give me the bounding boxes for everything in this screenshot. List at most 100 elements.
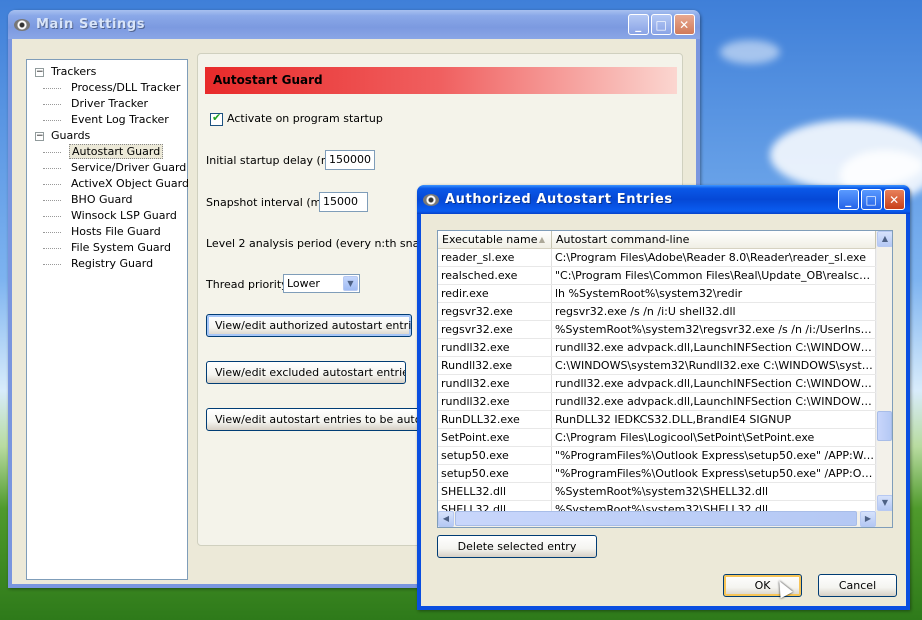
tree-group-label: Trackers bbox=[51, 65, 97, 78]
table-row[interactable]: Rundll32.exe C:\WINDOWS\system32\Rundll32… bbox=[438, 357, 892, 375]
cell-command-line: %SystemRoot%\system32\regsvr32.exe /s /n… bbox=[552, 321, 876, 338]
activate-checkbox[interactable] bbox=[210, 111, 223, 126]
cell-executable-name: RunDLL32.exe bbox=[438, 411, 552, 428]
table-row[interactable]: reader_sl.exe C:\Program Files\Adobe\Read… bbox=[438, 249, 892, 267]
settings-tree[interactable]: − Trackers Process/DLL Tracker Driver Track… bbox=[26, 59, 189, 580]
cell-command-line: rundll32.exe advpack.dll,LaunchINFSectio… bbox=[552, 393, 876, 410]
snapshot-interval-input[interactable]: 15000 bbox=[319, 192, 368, 212]
dialog-maximize-button[interactable]: □ bbox=[861, 189, 882, 210]
tree-branch-line bbox=[43, 152, 61, 153]
thread-priority-select[interactable]: Lower ▼ bbox=[283, 274, 360, 293]
listview-header: Executable name ▲ Autostart command-line bbox=[438, 231, 892, 249]
tree-item-service-driver-guard[interactable]: Service/Driver Guard bbox=[33, 160, 187, 176]
tree-branch-line bbox=[43, 248, 61, 249]
table-row[interactable]: redir.exe lh %SystemRoot%\system32\redir bbox=[438, 285, 892, 303]
horizontal-scroll-thumb[interactable] bbox=[455, 511, 857, 526]
eye-icon bbox=[14, 18, 30, 31]
sort-arrow-icon: ▲ bbox=[538, 235, 545, 244]
listview-body: reader_sl.exe C:\Program Files\Adobe\Read… bbox=[438, 249, 892, 519]
vertical-scrollbar[interactable]: ▲ ▼ bbox=[876, 231, 892, 511]
cell-command-line: "%ProgramFiles%\Outlook Express\setup50.… bbox=[552, 465, 876, 482]
activate-checkbox-row[interactable]: Activate on program startup bbox=[210, 111, 383, 126]
tree-item-winsock-lsp-guard[interactable]: Winsock LSP Guard bbox=[33, 208, 187, 224]
dialog-titlebar[interactable]: Authorized Autostart Entries _ □ ✕ bbox=[417, 185, 910, 214]
chevron-down-icon[interactable]: ▼ bbox=[343, 276, 358, 291]
cancel-button[interactable]: Cancel bbox=[818, 574, 897, 597]
scroll-down-icon[interactable]: ▼ bbox=[877, 495, 892, 511]
tree-group-trackers[interactable]: − Trackers bbox=[33, 64, 187, 80]
cell-executable-name: regsvr32.exe bbox=[438, 303, 552, 320]
snapshot-interval-label: Snapshot interval (ms): bbox=[206, 196, 336, 209]
thread-priority-value: Lower bbox=[287, 277, 320, 290]
horizontal-scrollbar[interactable]: ◀ ▶ bbox=[438, 511, 876, 527]
tree-item-file-system-guard[interactable]: File System Guard bbox=[33, 240, 187, 256]
tree-item-process-dll-tracker[interactable]: Process/DLL Tracker bbox=[33, 80, 187, 96]
cell-command-line: lh %SystemRoot%\system32\redir bbox=[552, 285, 876, 302]
tree-item-bho-guard[interactable]: BHO Guard bbox=[33, 192, 187, 208]
cell-command-line: C:\Program Files\Adobe\Reader 8.0\Reader… bbox=[552, 249, 876, 266]
maximize-button[interactable]: □ bbox=[651, 14, 672, 35]
eye-icon bbox=[423, 193, 439, 206]
panel-header: Autostart Guard bbox=[205, 67, 677, 94]
cell-command-line: C:\WINDOWS\system32\Rundll32.exe C:\WIND… bbox=[552, 357, 876, 374]
table-row[interactable]: realsched.exe "C:\Program Files\Common Fi… bbox=[438, 267, 892, 285]
cell-command-line: C:\Program Files\Logicool\SetPoint\SetPo… bbox=[552, 429, 876, 446]
column-executable-name[interactable]: Executable name ▲ bbox=[438, 231, 552, 248]
table-row[interactable]: RunDLL32.exe RunDLL32 IEDKCS32.DLL,BrandI… bbox=[438, 411, 892, 429]
tree-branch-line bbox=[43, 232, 61, 233]
cell-executable-name: rundll32.exe bbox=[438, 393, 552, 410]
view-excluded-button[interactable]: View/edit excluded autostart entries... bbox=[206, 361, 406, 384]
tree-group-guards[interactable]: − Guards bbox=[33, 128, 187, 144]
entries-listview[interactable]: Executable name ▲ Autostart command-line … bbox=[437, 230, 893, 528]
tree-item-registry-guard[interactable]: Registry Guard bbox=[33, 256, 187, 272]
cell-executable-name: realsched.exe bbox=[438, 267, 552, 284]
view-authorized-button[interactable]: View/edit authorized autostart entries..… bbox=[206, 314, 412, 337]
cell-executable-name: setup50.exe bbox=[438, 465, 552, 482]
table-row[interactable]: regsvr32.exe regsvr32.exe /s /n /i:U shel… bbox=[438, 303, 892, 321]
activate-label: Activate on program startup bbox=[227, 112, 383, 125]
table-row[interactable]: SHELL32.dll %SystemRoot%\system32\SHELL32… bbox=[438, 483, 892, 501]
vertical-scroll-thumb[interactable] bbox=[877, 411, 892, 441]
initial-delay-input[interactable]: 150000 bbox=[325, 150, 375, 170]
scroll-up-icon[interactable]: ▲ bbox=[877, 231, 892, 247]
cell-executable-name: SHELL32.dll bbox=[438, 483, 552, 500]
tree-branch-line bbox=[43, 264, 61, 265]
collapse-icon[interactable]: − bbox=[35, 132, 44, 141]
minimize-button[interactable]: _ bbox=[628, 14, 649, 35]
scroll-right-icon[interactable]: ▶ bbox=[860, 511, 876, 527]
view-autoremove-button[interactable]: View/edit autostart entries to be auto-r… bbox=[206, 408, 421, 431]
tree-item-event-log-tracker[interactable]: Event Log Tracker bbox=[33, 112, 187, 128]
dialog-minimize-button[interactable]: _ bbox=[838, 189, 859, 210]
main-titlebar[interactable]: Main Settings _ □ ✕ bbox=[8, 10, 700, 39]
cell-command-line: "%ProgramFiles%\Outlook Express\setup50.… bbox=[552, 447, 876, 464]
table-row[interactable]: setup50.exe "%ProgramFiles%\Outlook Expre… bbox=[438, 465, 892, 483]
table-row[interactable]: rundll32.exe rundll32.exe advpack.dll,Lau… bbox=[438, 375, 892, 393]
tree-item-driver-tracker[interactable]: Driver Tracker bbox=[33, 96, 187, 112]
tree-item-activex-object-guard[interactable]: ActiveX Object Guard bbox=[33, 176, 189, 192]
main-window-title: Main Settings bbox=[36, 17, 146, 32]
cell-command-line: regsvr32.exe /s /n /i:U shell32.dll bbox=[552, 303, 876, 320]
scroll-left-icon[interactable]: ◀ bbox=[438, 511, 454, 527]
cell-executable-name: redir.exe bbox=[438, 285, 552, 302]
tree-item-autostart-guard[interactable]: Autostart Guard bbox=[33, 144, 187, 160]
collapse-icon[interactable]: − bbox=[35, 68, 44, 77]
tree-branch-line bbox=[43, 120, 61, 121]
tree-group-label: Guards bbox=[51, 129, 91, 142]
tree-branch-line bbox=[43, 104, 61, 105]
delete-entry-button[interactable]: Delete selected entry bbox=[437, 535, 597, 558]
column-command-line[interactable]: Autostart command-line bbox=[552, 231, 876, 248]
tree-item-label: ActiveX Object Guard bbox=[71, 177, 189, 190]
table-row[interactable]: SetPoint.exe C:\Program Files\Logicool\Se… bbox=[438, 429, 892, 447]
close-button[interactable]: ✕ bbox=[674, 14, 695, 35]
dialog-client-area: Executable name ▲ Autostart command-line … bbox=[421, 214, 906, 606]
tree-item-hosts-file-guard[interactable]: Hosts File Guard bbox=[33, 224, 187, 240]
ok-button[interactable]: OK bbox=[723, 574, 802, 597]
cell-executable-name: SetPoint.exe bbox=[438, 429, 552, 446]
table-row[interactable]: regsvr32.exe %SystemRoot%\system32\regsvr… bbox=[438, 321, 892, 339]
tree-item-label: Registry Guard bbox=[71, 257, 154, 270]
cell-executable-name: setup50.exe bbox=[438, 447, 552, 464]
table-row[interactable]: rundll32.exe rundll32.exe advpack.dll,Lau… bbox=[438, 339, 892, 357]
table-row[interactable]: setup50.exe "%ProgramFiles%\Outlook Expre… bbox=[438, 447, 892, 465]
table-row[interactable]: rundll32.exe rundll32.exe advpack.dll,Lau… bbox=[438, 393, 892, 411]
dialog-close-button[interactable]: ✕ bbox=[884, 189, 905, 210]
